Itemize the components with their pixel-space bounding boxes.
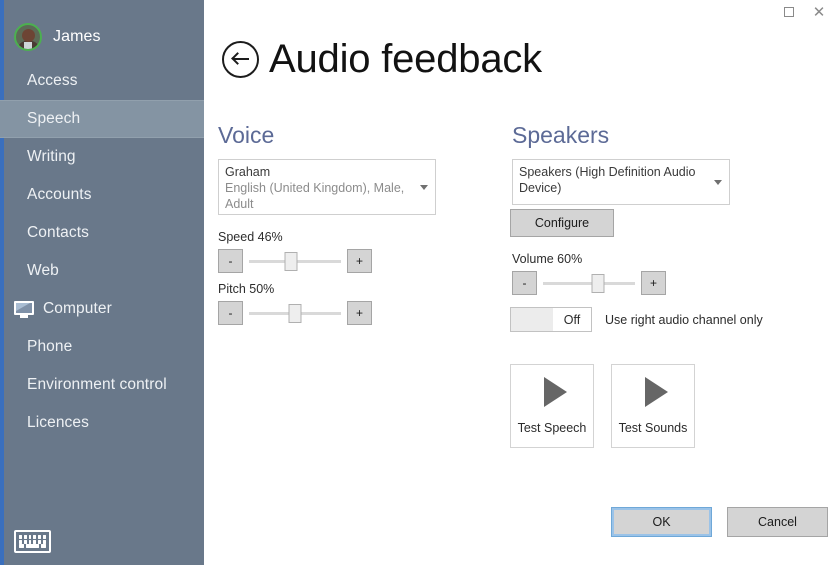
chevron-down-icon bbox=[420, 185, 428, 190]
speakers-section-heading: Speakers bbox=[512, 122, 610, 148]
sidebar-item-label: Contacts bbox=[27, 224, 89, 241]
speed-decrease-button[interactable]: - bbox=[218, 249, 243, 273]
sidebar: James Access Speech Writing Accounts Con… bbox=[0, 0, 204, 565]
monitor-icon bbox=[14, 300, 34, 318]
sidebar-item-phone[interactable]: Phone bbox=[0, 328, 204, 366]
voice-name: Graham bbox=[225, 165, 271, 179]
volume-increase-button[interactable]: + bbox=[641, 271, 666, 295]
sidebar-item-label: Licences bbox=[27, 414, 89, 431]
sidebar-item-label: Accounts bbox=[27, 186, 92, 203]
keyboard-icon[interactable] bbox=[14, 530, 51, 553]
close-icon[interactable]: ✕ bbox=[804, 0, 834, 24]
right-channel-toggle-label: Use right audio channel only bbox=[605, 312, 763, 327]
sidebar-item-label: Speech bbox=[27, 110, 81, 127]
speed-slider-block: Speed 46% - + bbox=[218, 230, 372, 273]
volume-slider-track[interactable] bbox=[543, 271, 635, 295]
right-channel-toggle[interactable]: Off bbox=[510, 307, 592, 332]
speed-increase-button[interactable]: + bbox=[347, 249, 372, 273]
user-name: James bbox=[53, 28, 101, 45]
play-icon bbox=[644, 377, 668, 407]
chevron-down-icon bbox=[714, 180, 722, 185]
page-title: Audio feedback bbox=[269, 37, 542, 81]
sidebar-item-speech[interactable]: Speech bbox=[0, 100, 204, 138]
main-content: ✕ Audio feedback Voice Graham English (U… bbox=[204, 0, 840, 565]
toggle-state: Off bbox=[563, 312, 581, 327]
avatar-shirt bbox=[24, 42, 32, 49]
sidebar-item-accounts[interactable]: Accounts bbox=[0, 176, 204, 214]
sidebar-item-label: Access bbox=[27, 72, 78, 89]
sidebar-nav: Access Speech Writing Accounts Contacts … bbox=[0, 62, 204, 442]
sidebar-item-label: Environment control bbox=[27, 376, 167, 393]
test-speech-label: Test Speech bbox=[517, 421, 587, 435]
speed-label: Speed 46% bbox=[218, 230, 283, 244]
pitch-label: Pitch 50% bbox=[218, 282, 275, 296]
restore-icon[interactable] bbox=[774, 0, 804, 24]
voice-select[interactable]: Graham English (United Kingdom), Male, A… bbox=[218, 159, 436, 215]
speed-slider-thumb[interactable] bbox=[284, 252, 298, 271]
test-sounds-label: Test Sounds bbox=[618, 421, 688, 435]
sidebar-user-row[interactable]: James bbox=[0, 18, 204, 56]
pitch-increase-button[interactable]: + bbox=[347, 301, 372, 325]
sidebar-item-web[interactable]: Web bbox=[0, 252, 204, 290]
pitch-slider-track[interactable] bbox=[249, 301, 341, 325]
right-channel-toggle-row: Off Use right audio channel only bbox=[510, 307, 763, 332]
test-sounds-button[interactable]: Test Sounds bbox=[611, 364, 695, 448]
pitch-slider-block: Pitch 50% - + bbox=[218, 282, 372, 325]
sidebar-item-access[interactable]: Access bbox=[0, 62, 204, 100]
sidebar-item-label: Computer bbox=[43, 300, 112, 317]
pitch-slider-row: - + bbox=[218, 301, 372, 325]
speed-slider-track[interactable] bbox=[249, 249, 341, 273]
configure-button[interactable]: Configure bbox=[510, 209, 614, 237]
sidebar-item-label: Writing bbox=[27, 148, 76, 165]
avatar-face bbox=[22, 29, 35, 42]
volume-slider-block: Volume 60% - + bbox=[512, 252, 666, 295]
sidebar-item-writing[interactable]: Writing bbox=[0, 138, 204, 176]
ok-button[interactable]: OK bbox=[611, 507, 712, 537]
volume-decrease-button[interactable]: - bbox=[512, 271, 537, 295]
test-speech-button[interactable]: Test Speech bbox=[510, 364, 594, 448]
volume-label: Volume 60% bbox=[512, 252, 583, 266]
sidebar-item-label: Phone bbox=[27, 338, 73, 355]
volume-slider-row: - + bbox=[512, 271, 666, 295]
toggle-knob bbox=[511, 308, 553, 331]
window-controls: ✕ bbox=[774, 0, 834, 24]
page-title-row: Audio feedback bbox=[222, 38, 542, 80]
voice-section-heading: Voice bbox=[218, 122, 275, 148]
speed-slider-row: - + bbox=[218, 249, 372, 273]
volume-slider-thumb[interactable] bbox=[591, 274, 605, 293]
avatar bbox=[14, 23, 42, 51]
cancel-button[interactable]: Cancel bbox=[727, 507, 828, 537]
sidebar-item-label: Web bbox=[27, 262, 59, 279]
sidebar-item-licences[interactable]: Licences bbox=[0, 404, 204, 442]
speaker-device-value: Speakers (High Definition Audio Device) bbox=[519, 165, 696, 195]
back-arrow-icon[interactable] bbox=[222, 40, 259, 78]
sidebar-item-computer[interactable]: Computer bbox=[0, 290, 204, 328]
speaker-device-select[interactable]: Speakers (High Definition Audio Device) bbox=[512, 159, 730, 205]
sidebar-item-contacts[interactable]: Contacts bbox=[0, 214, 204, 252]
app-window: James Access Speech Writing Accounts Con… bbox=[0, 0, 840, 565]
voice-description: English (United Kingdom), Male, Adult bbox=[225, 181, 405, 211]
sidebar-item-environment-control[interactable]: Environment control bbox=[0, 366, 204, 404]
pitch-decrease-button[interactable]: - bbox=[218, 301, 243, 325]
play-icon bbox=[543, 377, 567, 407]
pitch-slider-thumb[interactable] bbox=[288, 304, 302, 323]
